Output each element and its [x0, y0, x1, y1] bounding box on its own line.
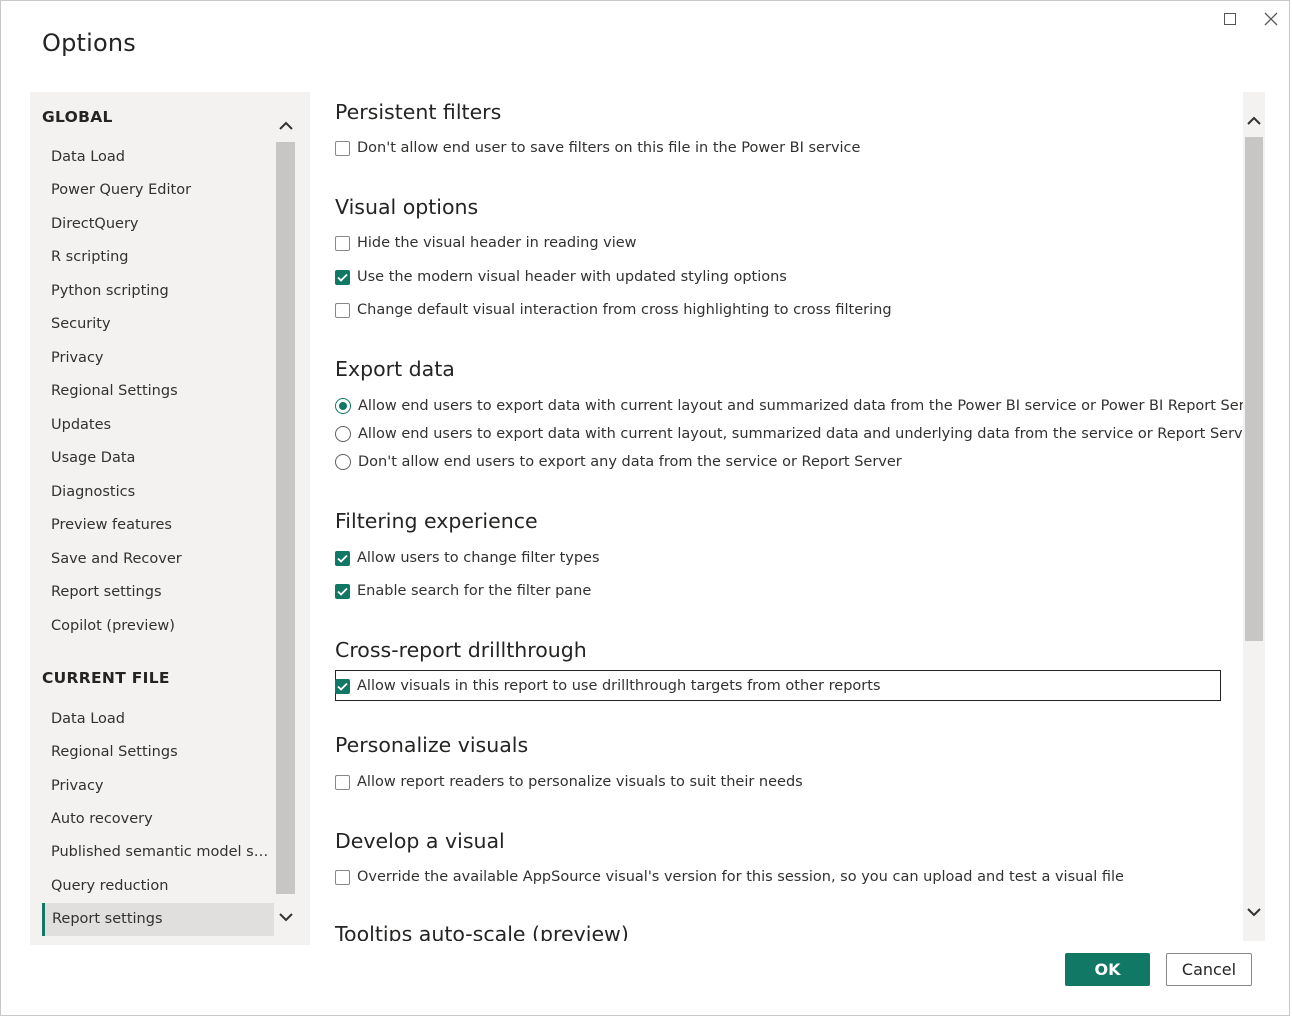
- section-title-filtering-experience: Filtering experience: [335, 509, 538, 533]
- nav-item-global-privacy[interactable]: Privacy: [42, 342, 274, 375]
- nav-item-global-python-scripting[interactable]: Python scripting: [42, 275, 274, 308]
- nav-item-file-privacy[interactable]: Privacy: [42, 770, 274, 803]
- nav-item-file-data-load[interactable]: Data Load: [42, 703, 274, 736]
- content-scroll-down-button[interactable]: [1243, 901, 1265, 923]
- maximize-button[interactable]: [1216, 7, 1244, 31]
- cancel-button[interactable]: Cancel: [1166, 953, 1252, 986]
- option-export-underlying[interactable]: Allow end users to export data with curr…: [335, 422, 1258, 446]
- nav-item-global-save-and-recover[interactable]: Save and Recover: [42, 543, 274, 576]
- section-title-personalize-visuals: Personalize visuals: [335, 733, 529, 757]
- nav-scrollbar[interactable]: [276, 142, 295, 894]
- option-disallow-save-filters[interactable]: Don't allow end user to save filters on …: [335, 136, 860, 160]
- section-title-export-data: Export data: [335, 357, 455, 381]
- option-label: Hide the visual header in reading view: [357, 235, 637, 251]
- content-scrollbar-thumb[interactable]: [1245, 137, 1263, 641]
- radio-selected[interactable]: [335, 398, 351, 414]
- nav-item-global-updates[interactable]: Updates: [42, 409, 274, 442]
- checkbox-checked[interactable]: [335, 550, 350, 566]
- nav-item-global-r-scripting[interactable]: R scripting: [42, 241, 274, 274]
- nav-item-file-auto-recovery[interactable]: Auto recovery: [42, 803, 274, 836]
- option-label: Allow end users to export data with curr…: [358, 426, 1258, 442]
- checkbox-checked[interactable]: [335, 678, 350, 694]
- nav-item-global-usage-data[interactable]: Usage Data: [42, 442, 274, 475]
- radio-dot: [339, 402, 347, 410]
- option-label: Allow visuals in this report to use dril…: [357, 678, 881, 694]
- chevron-down-icon: [1247, 907, 1261, 916]
- options-dialog: Options GLOBAL Data Load Power Query Edi…: [0, 0, 1290, 1016]
- checkmark-icon: [337, 682, 348, 691]
- option-label: Don't allow end users to export any data…: [358, 454, 902, 470]
- radio[interactable]: [335, 454, 351, 470]
- nav-item-global-directquery[interactable]: DirectQuery: [42, 208, 274, 241]
- checkbox[interactable]: [335, 140, 350, 156]
- nav-item-file-report-settings[interactable]: Report settings: [42, 903, 274, 936]
- nav-item-global-data-load[interactable]: Data Load: [42, 141, 274, 174]
- chevron-down-icon: [279, 912, 293, 921]
- option-label: Use the modern visual header with update…: [357, 269, 787, 285]
- close-button[interactable]: [1257, 7, 1285, 31]
- nav-item-global-power-query-editor[interactable]: Power Query Editor: [42, 174, 274, 207]
- option-hide-visual-header[interactable]: Hide the visual header in reading view: [335, 231, 637, 255]
- nav-item-global-preview-features[interactable]: Preview features: [42, 509, 274, 542]
- option-cross-report-drillthrough[interactable]: Allow visuals in this report to use dril…: [335, 674, 881, 698]
- section-title-tooltips-auto-scale: Tooltips auto-scale (preview): [335, 922, 629, 941]
- checkbox[interactable]: [335, 235, 350, 251]
- nav-scroll-down-button[interactable]: [275, 906, 297, 928]
- nav-item-file-regional-settings[interactable]: Regional Settings: [42, 736, 274, 769]
- checkmark-icon: [337, 554, 348, 563]
- content-scroll-up-button[interactable]: [1243, 109, 1265, 131]
- nav-item-global-diagnostics[interactable]: Diagnostics: [42, 476, 274, 509]
- checkbox[interactable]: [335, 302, 350, 318]
- checkbox-checked[interactable]: [335, 583, 350, 599]
- section-title-cross-report-drillthrough: Cross-report drillthrough: [335, 638, 587, 662]
- option-label: Don't allow end user to save filters on …: [357, 140, 861, 156]
- options-nav: GLOBAL Data Load Power Query Editor Dire…: [30, 92, 310, 945]
- checkmark-icon: [337, 273, 348, 282]
- maximize-icon: [1224, 13, 1236, 25]
- chevron-up-icon: [279, 121, 293, 130]
- nav-item-global-security[interactable]: Security: [42, 308, 274, 341]
- section-title-visual-options: Visual options: [335, 195, 479, 219]
- option-label: Allow end users to export data with curr…: [358, 398, 1265, 414]
- close-icon: [1264, 12, 1278, 26]
- nav-item-file-query-reduction[interactable]: Query reduction: [42, 870, 274, 903]
- nav-item-global-report-settings[interactable]: Report settings: [42, 576, 274, 609]
- option-personalize-visuals[interactable]: Allow report readers to personalize visu…: [335, 770, 803, 794]
- option-override-appsource-visual[interactable]: Override the available AppSource visual'…: [335, 865, 1124, 889]
- nav-header-global: GLOBAL: [42, 108, 113, 126]
- chevron-up-icon: [1247, 116, 1261, 125]
- nav-item-global-copilot[interactable]: Copilot (preview): [42, 610, 274, 643]
- checkbox[interactable]: [335, 774, 350, 790]
- checkbox[interactable]: [335, 869, 350, 885]
- checkbox-checked[interactable]: [335, 269, 350, 285]
- nav-item-global-regional-settings[interactable]: Regional Settings: [42, 375, 274, 408]
- option-filter-pane-search[interactable]: Enable search for the filter pane: [335, 579, 591, 603]
- nav-item-file-published-semantic-model[interactable]: Published semantic model settings: [42, 836, 274, 869]
- section-title-develop-a-visual: Develop a visual: [335, 829, 505, 853]
- checkmark-icon: [337, 587, 348, 596]
- section-title-persistent-filters: Persistent filters: [335, 100, 502, 124]
- option-change-filter-types[interactable]: Allow users to change filter types: [335, 546, 600, 570]
- option-cross-filtering-default[interactable]: Change default visual interaction from c…: [335, 298, 892, 322]
- option-label: Allow users to change filter types: [357, 550, 600, 566]
- option-label: Enable search for the filter pane: [357, 583, 592, 599]
- ok-button[interactable]: OK: [1065, 953, 1150, 986]
- option-export-summarized[interactable]: Allow end users to export data with curr…: [335, 394, 1265, 418]
- radio[interactable]: [335, 426, 351, 442]
- nav-scroll-up-button[interactable]: [275, 114, 297, 136]
- settings-content: Persistent filters Don't allow end user …: [319, 92, 1265, 941]
- option-label: Override the available AppSource visual'…: [357, 869, 1124, 885]
- option-export-none[interactable]: Don't allow end users to export any data…: [335, 450, 902, 474]
- nav-header-current-file: CURRENT FILE: [42, 669, 170, 687]
- option-label: Allow report readers to personalize visu…: [357, 774, 803, 790]
- option-modern-visual-header[interactable]: Use the modern visual header with update…: [335, 265, 787, 289]
- dialog-title: Options: [42, 29, 137, 57]
- option-label: Change default visual interaction from c…: [357, 302, 892, 318]
